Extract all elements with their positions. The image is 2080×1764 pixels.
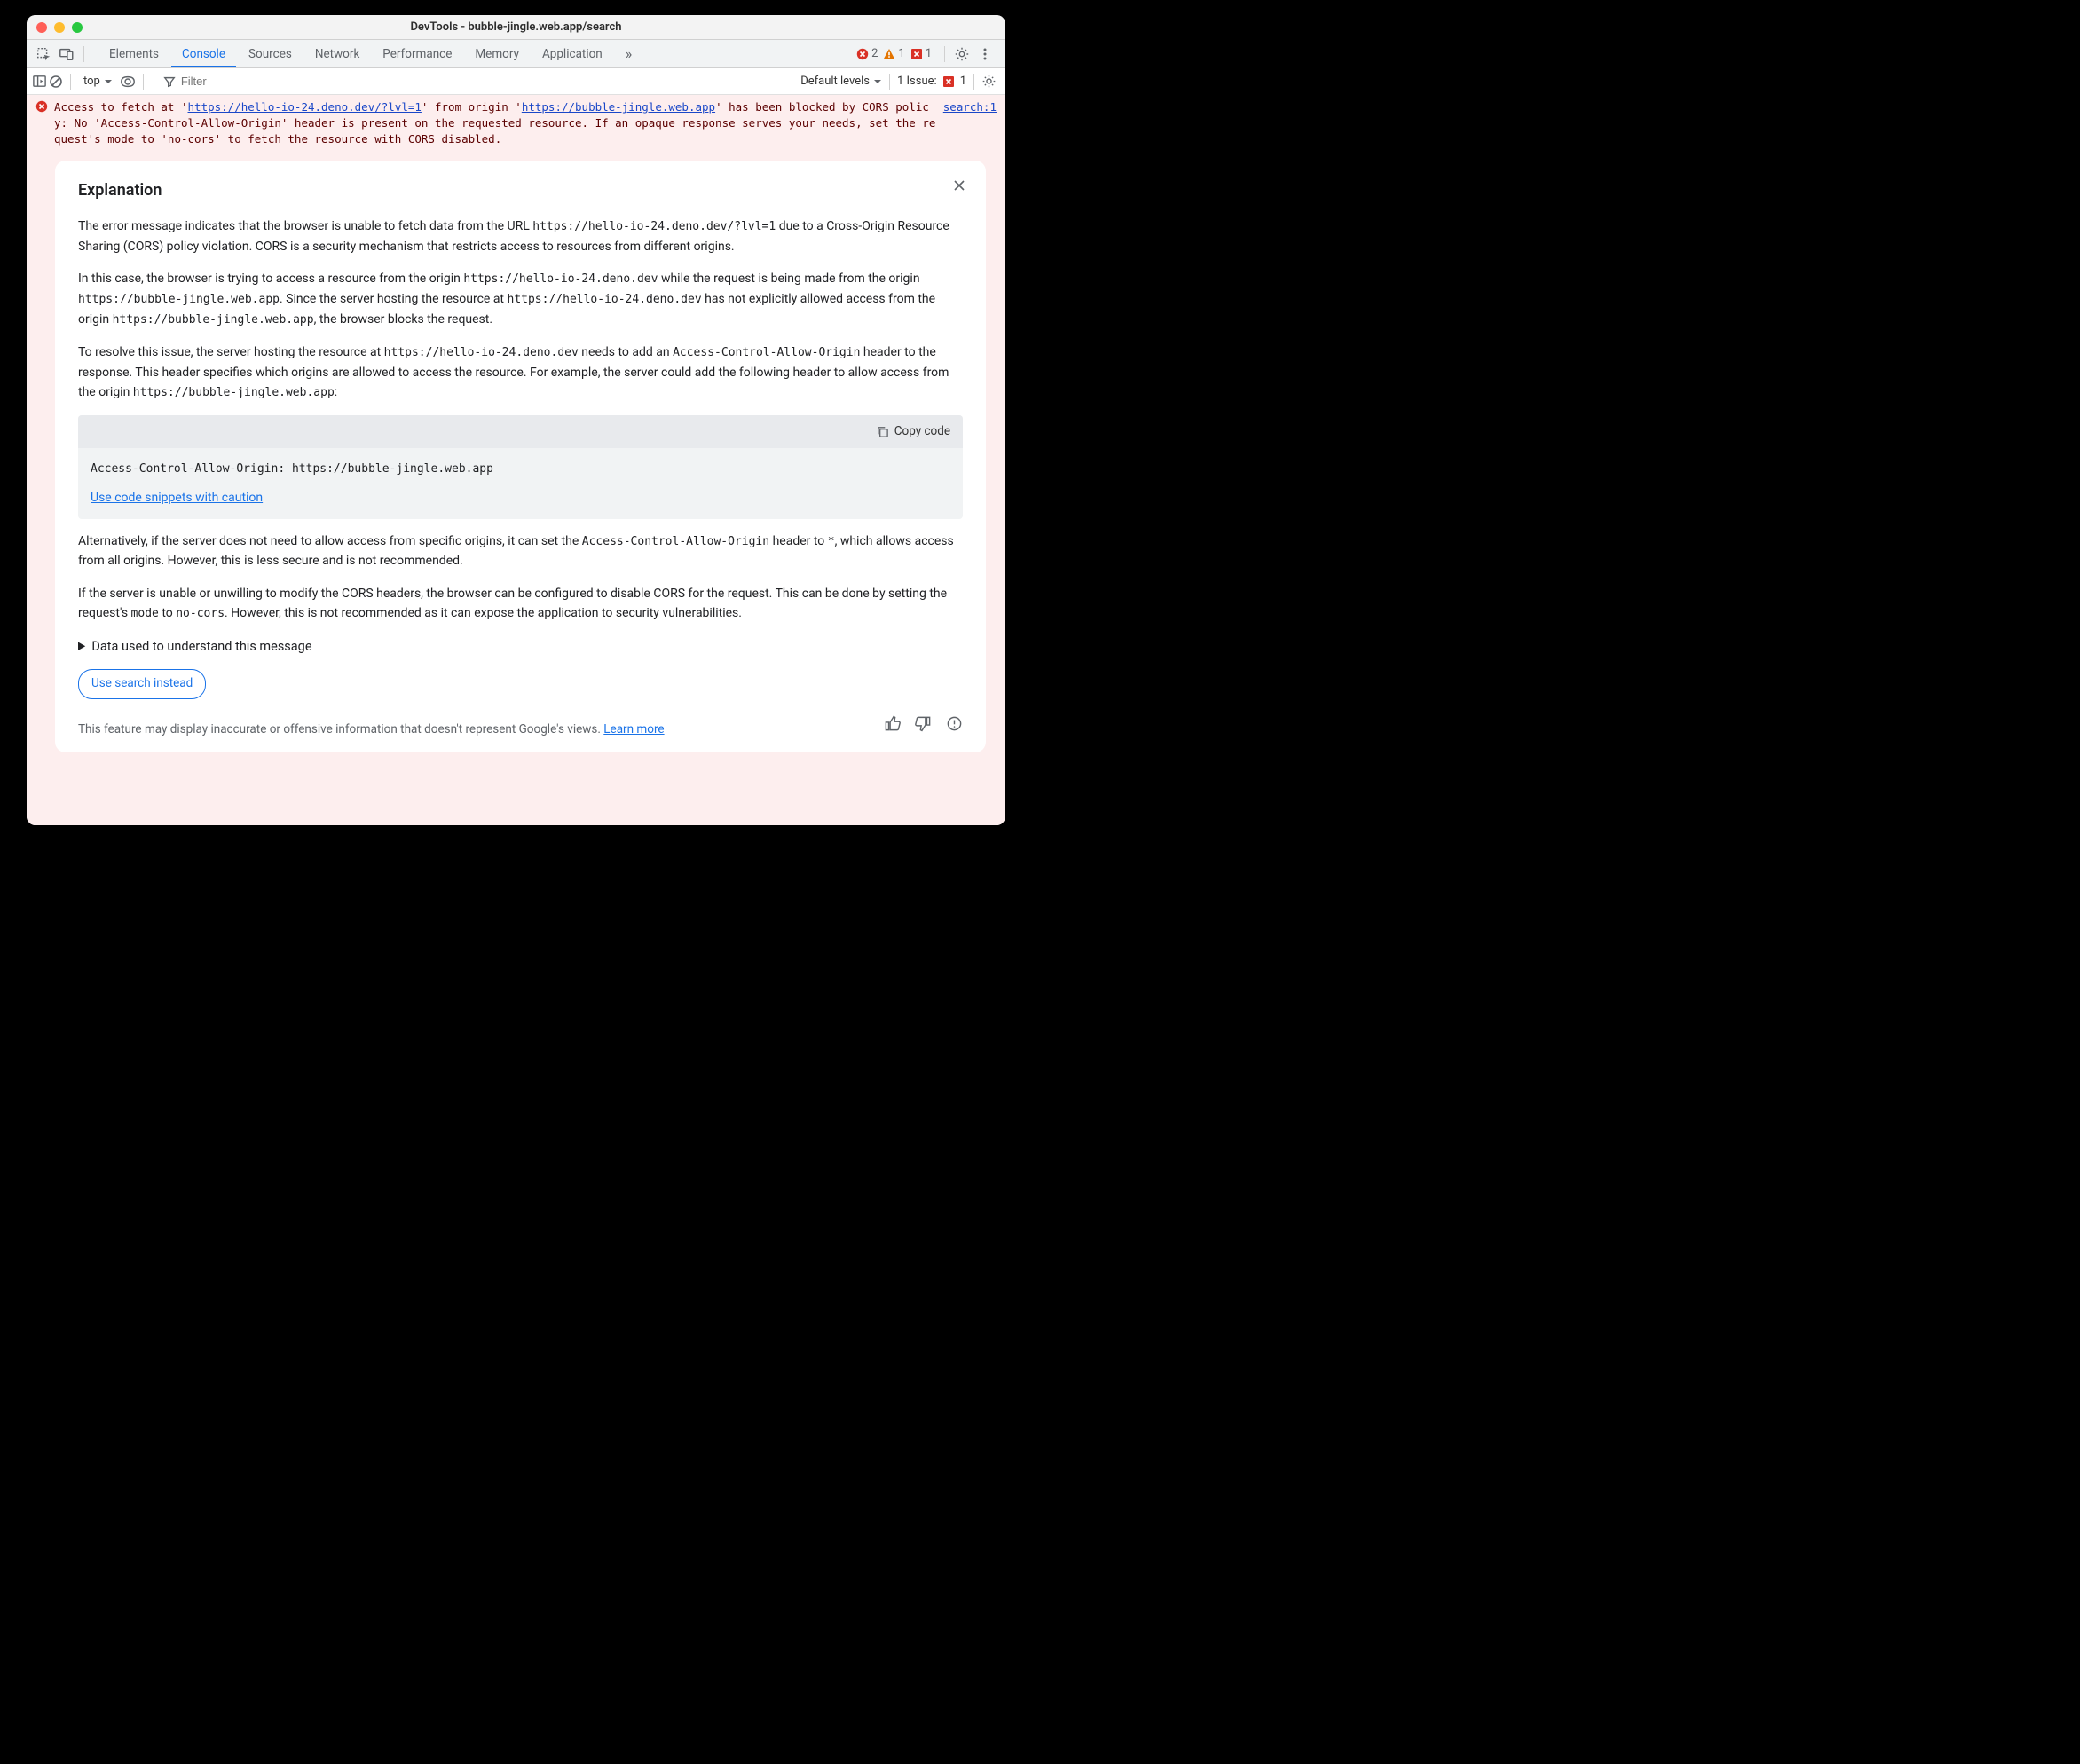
separator: [143, 74, 144, 90]
caution-link[interactable]: Use code snippets with caution: [91, 491, 263, 505]
warning-badge[interactable]: 1: [883, 47, 904, 60]
learn-more-link[interactable]: Learn more: [603, 722, 664, 736]
error-icon: [35, 100, 48, 147]
issues-count: 1: [960, 75, 966, 88]
settings-icon[interactable]: [950, 43, 973, 66]
data-used-disclosure[interactable]: Data used to understand this message: [78, 636, 963, 669]
explanation-p2: In this case, the browser is trying to a…: [78, 269, 963, 329]
card-footer: This feature may display inaccurate or o…: [78, 715, 963, 738]
issues-indicator[interactable]: 1 Issue: 1: [897, 75, 966, 88]
error-url-2[interactable]: https://bubble-jingle.web.app: [522, 100, 715, 114]
explanation-p3: To resolve this issue, the server hostin…: [78, 343, 963, 403]
console-content: Access to fetch at 'https://hello-io-24.…: [27, 95, 1005, 825]
inspect-element-icon[interactable]: [32, 43, 55, 66]
tab-more-icon[interactable]: »: [615, 40, 643, 67]
main-tab-bar: Elements Console Sources Network Perform…: [27, 40, 1005, 68]
thumbs-up-icon[interactable]: [884, 715, 901, 738]
report-icon[interactable]: [946, 715, 963, 738]
feedback-icons: [884, 715, 963, 738]
tab-memory[interactable]: Memory: [464, 40, 530, 67]
separator: [70, 74, 71, 90]
warning-count: 1: [898, 47, 904, 60]
kebab-menu-icon[interactable]: [973, 43, 997, 66]
close-icon[interactable]: [952, 178, 966, 199]
live-expression-icon[interactable]: [120, 74, 136, 90]
copy-code-label: Copy code: [894, 422, 950, 442]
error-url-1[interactable]: https://hello-io-24.deno.dev/?lvl=1: [188, 100, 422, 114]
clear-console-icon[interactable]: [49, 75, 63, 89]
funnel-icon: [163, 75, 176, 88]
tab-network[interactable]: Network: [304, 40, 370, 67]
issue-icon: [942, 75, 955, 88]
issue-badge[interactable]: 1: [910, 47, 932, 60]
console-error-text: Access to fetch at 'https://hello-io-24.…: [54, 99, 937, 147]
tab-elements[interactable]: Elements: [98, 40, 169, 67]
window-title: DevTools - bubble-jingle.web.app/search: [27, 20, 1005, 34]
explanation-card: Explanation The error message indicates …: [55, 161, 986, 752]
console-subbar: top Default levels 1 Issue: 1: [27, 68, 1005, 95]
thumbs-down-icon[interactable]: [915, 715, 932, 738]
code-text: Access-Control-Allow-Origin: https://bub…: [78, 448, 963, 484]
console-settings-icon[interactable]: [981, 74, 997, 89]
devtools-window: DevTools - bubble-jingle.web.app/search …: [27, 15, 1005, 825]
levels-selector[interactable]: Default levels: [800, 75, 882, 88]
separator: [973, 74, 974, 90]
filter-input[interactable]: [179, 74, 516, 89]
use-search-button[interactable]: Use search instead: [78, 669, 206, 699]
tabs: Elements Console Sources Network Perform…: [98, 40, 642, 67]
error-badge[interactable]: 2: [856, 47, 878, 60]
tab-application[interactable]: Application: [532, 40, 613, 67]
chevron-down-icon: [104, 77, 113, 86]
explanation-p1: The error message indicates that the bro…: [78, 217, 963, 256]
error-source-link[interactable]: search:1: [943, 99, 997, 147]
explanation-p5: If the server is unable or unwilling to …: [78, 584, 963, 624]
separator: [944, 46, 945, 62]
copy-icon: [876, 425, 889, 438]
console-error-row[interactable]: Access to fetch at 'https://hello-io-24.…: [27, 95, 1005, 152]
separator: [889, 74, 890, 90]
toggle-sidebar-icon[interactable]: [32, 74, 47, 89]
explanation-p4: Alternatively, if the server does not ne…: [78, 532, 963, 571]
copy-code-button[interactable]: Copy code: [78, 415, 963, 449]
explanation-heading: Explanation: [78, 178, 963, 204]
disclaimer-text: This feature may display inaccurate or o…: [78, 721, 875, 738]
device-toolbar-icon[interactable]: [55, 43, 78, 66]
context-selector[interactable]: top: [78, 72, 118, 91]
status-badges: 2 1 1: [856, 47, 932, 60]
context-label: top: [83, 75, 100, 88]
levels-label: Default levels: [800, 75, 870, 88]
error-count: 2: [871, 47, 878, 60]
data-used-summary[interactable]: Data used to understand this message: [78, 636, 963, 657]
titlebar: DevTools - bubble-jingle.web.app/search: [27, 15, 1005, 40]
code-block: Copy code Access-Control-Allow-Origin: h…: [78, 415, 963, 519]
tab-console[interactable]: Console: [171, 40, 236, 67]
separator: [83, 46, 84, 62]
issue-count: 1: [926, 47, 932, 60]
tab-sources[interactable]: Sources: [238, 40, 303, 67]
filter-wrap: [156, 72, 524, 91]
tab-performance[interactable]: Performance: [372, 40, 462, 67]
chevron-down-icon: [873, 77, 882, 86]
issues-label: 1 Issue:: [897, 75, 937, 88]
